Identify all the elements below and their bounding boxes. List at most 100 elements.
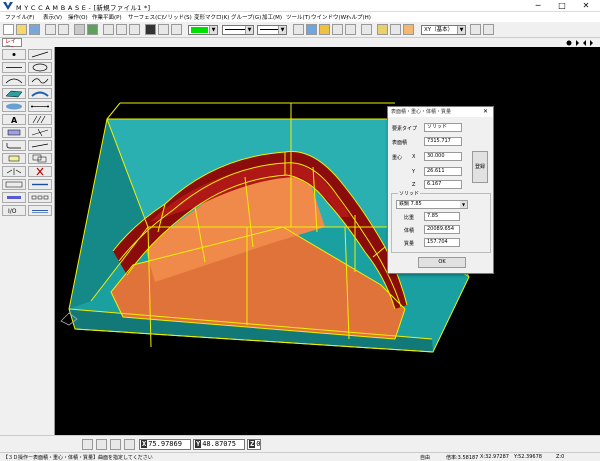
coord-z-field[interactable]: Z0 [247, 439, 261, 450]
coord-x-field[interactable]: X 75.97869 [139, 439, 191, 450]
material-select[interactable]: 鉄鋼 7.85 ▼ [396, 200, 468, 209]
menu-machining[interactable]: 加工(M) [262, 13, 282, 21]
view-prev-icon[interactable] [470, 24, 481, 35]
zoom-out-icon[interactable] [116, 24, 127, 35]
snap-point-icon[interactable] [110, 439, 121, 450]
layer-tab[interactable]: レイア1 [2, 38, 22, 52]
view-orient-icon[interactable] [403, 24, 414, 35]
color-select[interactable]: ▼ [188, 25, 218, 35]
settings-tool-icon[interactable] [28, 205, 52, 216]
centroid-y-field: 26.611 [424, 167, 462, 176]
menu-deform-macro[interactable]: 変形マクロ(K) [194, 13, 229, 21]
status-message: 【３Ｄ操作ー表面積・重心・体積・質量】曲面を指定してください [3, 455, 153, 461]
layer-nav-icons[interactable] [565, 39, 595, 47]
extend-tool-icon[interactable] [28, 140, 52, 151]
align-tool-icon[interactable] [28, 192, 52, 203]
render-icon[interactable] [319, 24, 330, 35]
offset-tool-icon[interactable] [2, 127, 26, 138]
maximize-button[interactable]: □ [550, 0, 574, 12]
copy-tool-icon[interactable] [28, 153, 52, 164]
view-plane-value: XY（基本） [424, 27, 454, 33]
grid-icon[interactable] [74, 24, 85, 35]
solid-group-box: ソリッド 鉄鋼 7.85 ▼ 比重 7.85 体積 20089.654 質量 1… [391, 190, 491, 253]
point-tool-icon[interactable] [2, 49, 26, 60]
text-tool-icon[interactable]: A [2, 114, 26, 125]
redo-icon[interactable] [58, 24, 69, 35]
tool-palette: A I/O [0, 47, 55, 435]
menu-tools[interactable]: ツール(T) [286, 13, 310, 21]
polyline-tool-icon[interactable] [2, 62, 26, 73]
measure-icon[interactable] [361, 24, 372, 35]
dialog-close-button[interactable]: ✕ [483, 107, 488, 117]
register-button[interactable]: 登録 [472, 151, 488, 183]
mirror-tool-icon[interactable] [2, 166, 26, 177]
wireframe-icon[interactable] [293, 24, 304, 35]
hidden-line-icon[interactable] [332, 24, 343, 35]
status-x: X:32.97287 [480, 454, 509, 460]
centroid-x-field: 30.000 [424, 152, 462, 161]
rotate-view-icon[interactable] [390, 24, 401, 35]
line-width-select[interactable]: ▼ [257, 25, 287, 35]
menu-workplane[interactable]: 作業平面(P) [92, 13, 122, 21]
line-tool-icon[interactable] [28, 49, 52, 60]
zoom-window-icon[interactable] [129, 24, 140, 35]
status-bar: 【３Ｄ操作ー表面積・重心・体積・質量】曲面を指定してください 自由 倍率:3.5… [0, 452, 600, 461]
menu-file[interactable]: ファイル(F) [5, 13, 34, 21]
revolve-tool-icon[interactable] [2, 101, 26, 112]
snap-line-icon[interactable] [124, 439, 135, 450]
element-type-label: 要素タイプ [392, 126, 418, 132]
light-icon[interactable] [377, 24, 388, 35]
new-file-icon[interactable] [3, 24, 14, 35]
delete-tool-icon[interactable] [28, 166, 52, 177]
menu-view[interactable]: 表示(V) [43, 13, 62, 21]
redraw-icon[interactable] [171, 24, 182, 35]
circle-tool-icon[interactable] [28, 62, 52, 73]
status-z: Z:0 [556, 454, 565, 460]
array-tool-icon[interactable] [28, 179, 52, 190]
pan-icon[interactable] [158, 24, 169, 35]
menu-group[interactable]: グループ(G) [231, 13, 261, 21]
group-tool-icon[interactable] [2, 179, 26, 190]
menu-surface[interactable]: サーフェス(C) [128, 13, 163, 21]
app-logo-icon [3, 2, 13, 10]
coord-z-label: Z [249, 440, 256, 448]
menu-operate[interactable]: 操作(O) [68, 13, 88, 21]
view-plane-select[interactable]: XY（基本） ▼ [421, 25, 466, 35]
dialog-title: 表面積・重心・体積・質量 [388, 107, 493, 117]
cad-viewport[interactable] [55, 47, 600, 435]
coord-y-field[interactable]: Y 48.87075 [193, 439, 245, 450]
surface-tool-icon[interactable] [2, 88, 26, 99]
snap-mode-icon[interactable] [82, 439, 93, 450]
minimize-button[interactable]: ─ [526, 0, 550, 12]
open-file-icon[interactable] [16, 24, 27, 35]
surface-area-field: 7315.717 [424, 137, 462, 146]
section-icon[interactable] [345, 24, 356, 35]
line-type-select[interactable]: ▼ [222, 25, 254, 35]
shade-icon[interactable] [306, 24, 317, 35]
view-next-icon[interactable] [483, 24, 494, 35]
undo-icon[interactable] [45, 24, 56, 35]
snap-grid-icon[interactable] [96, 439, 107, 450]
save-file-icon[interactable] [29, 24, 40, 35]
sweep-tool-icon[interactable] [28, 88, 52, 99]
centroid-x-label: X [412, 154, 416, 160]
hatch-tool-icon[interactable] [28, 114, 52, 125]
layer-icon[interactable] [87, 24, 98, 35]
scale-tool-icon[interactable] [2, 192, 26, 203]
menu-solid[interactable]: ソリッド(S) [162, 13, 192, 21]
trim-tool-icon[interactable] [28, 127, 52, 138]
specific-gravity-field[interactable]: 7.85 [424, 212, 460, 221]
fillet-tool-icon[interactable] [2, 140, 26, 151]
close-button[interactable]: ✕ [574, 0, 598, 12]
dimension-tool-icon[interactable] [28, 101, 52, 112]
status-mode: 自由 [420, 455, 431, 461]
ok-button[interactable]: OK [418, 257, 466, 268]
zoom-in-icon[interactable] [103, 24, 114, 35]
fit-view-icon[interactable] [145, 24, 156, 35]
arc-tool-icon[interactable] [2, 75, 26, 86]
menu-window[interactable]: ウインドウ(W) [311, 13, 348, 21]
spline-tool-icon[interactable] [28, 75, 52, 86]
move-tool-icon[interactable] [2, 153, 26, 164]
info-tool-icon[interactable]: I/O [2, 205, 26, 216]
menu-help[interactable]: ヘルプ(H) [346, 13, 371, 21]
